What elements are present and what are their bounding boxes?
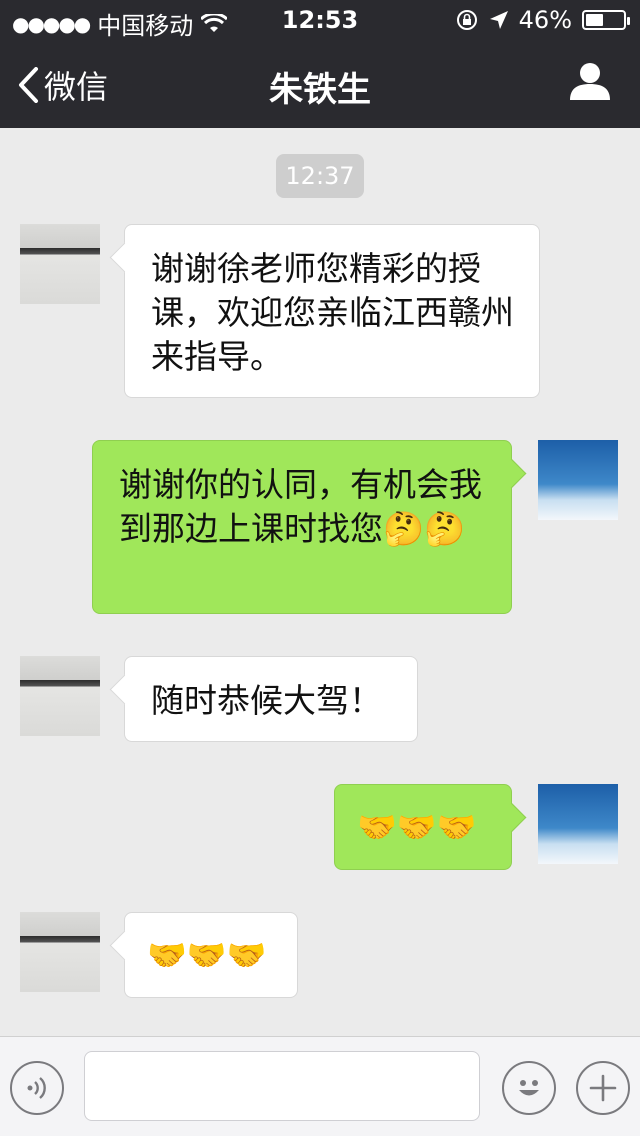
my-avatar[interactable] [538,440,618,520]
message-bubble-received[interactable]: 随时恭候大驾！ [124,656,418,742]
top-bar: ●●●●● 中国移动 12:53 46% 微信 朱铁生 [0,0,640,128]
message-bubble-sent[interactable]: 🤝🤝🤝 [334,784,512,870]
message-bubble-sent[interactable]: 谢谢你的认同，有机会我到那边上课时找您🤔🤔 [92,440,512,614]
status-bar: ●●●●● 中国移动 12:53 46% [0,0,640,40]
message-bubble-received[interactable]: 谢谢徐老师您精彩的授课，欢迎您亲临江西赣州来指导。 [124,224,540,398]
my-avatar[interactable] [538,784,618,864]
input-bar [0,1036,640,1136]
battery-icon [582,10,630,30]
voice-button[interactable] [10,1061,64,1115]
profile-button[interactable] [570,62,610,104]
chat-timestamp: 12:37 [276,154,364,198]
location-arrow-icon [489,11,508,29]
rotation-lock-icon [456,10,477,30]
contact-avatar[interactable] [20,912,100,992]
more-button[interactable] [576,1061,630,1115]
person-icon [570,63,610,100]
message-input[interactable] [84,1051,480,1121]
contact-avatar[interactable] [20,656,100,736]
battery-percent: 46% [518,6,572,34]
plus-icon [589,1074,617,1102]
chat-title: 朱铁生 [269,70,371,110]
emoji-button[interactable] [502,1061,556,1115]
smiley-icon [519,1080,539,1096]
navigation-bar: 微信 朱铁生 [0,40,640,128]
message-bubble-received[interactable]: 🤝🤝🤝 [124,912,298,998]
contact-avatar[interactable] [20,224,100,304]
voice-icon [27,1077,46,1099]
status-right: 46% [455,6,630,34]
battery-fill [586,14,603,26]
